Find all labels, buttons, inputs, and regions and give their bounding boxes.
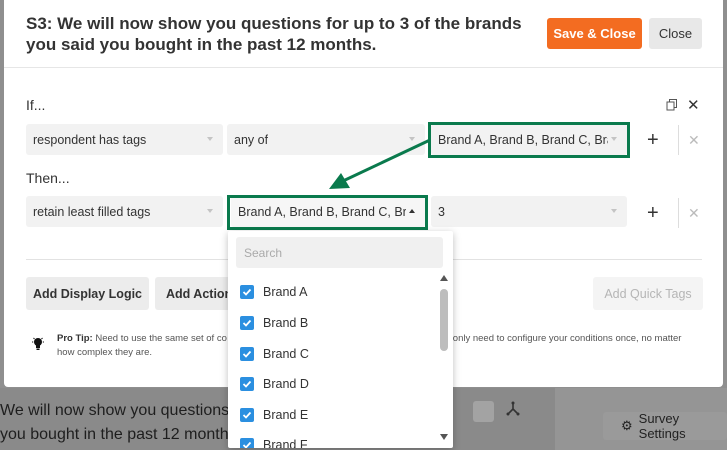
- remove-condition-icon[interactable]: ✕: [687, 96, 700, 114]
- highlight-box-then-value: [227, 195, 428, 230]
- then-count-value: 3: [438, 204, 445, 219]
- lightbulb-icon: [32, 337, 44, 356]
- pro-tip-label: Pro Tip:: [57, 333, 93, 344]
- add-action-icon[interactable]: +: [647, 202, 659, 225]
- option-label: Brand D: [263, 377, 309, 391]
- copy-icon[interactable]: [666, 98, 678, 111]
- checkbox-checked-icon[interactable]: [240, 347, 254, 361]
- chevron-down-icon: [611, 209, 617, 213]
- option-label: Brand B: [263, 316, 309, 330]
- dropdown-option[interactable]: Brand E: [240, 404, 308, 426]
- dropdown-option[interactable]: Brand B: [240, 312, 308, 334]
- add-display-logic-button[interactable]: Add Display Logic: [26, 277, 149, 310]
- dropdown-option[interactable]: Brand A: [240, 281, 307, 303]
- dropdown-scrollbar[interactable]: [440, 289, 448, 351]
- row-divider: [678, 125, 679, 155]
- then-count-select[interactable]: 3: [431, 196, 627, 227]
- background-checkbox[interactable]: [473, 401, 494, 422]
- checkbox-checked-icon[interactable]: [240, 377, 254, 391]
- remove-row-icon[interactable]: ✕: [688, 205, 700, 222]
- close-button[interactable]: Close: [649, 18, 702, 49]
- option-label: Brand C: [263, 347, 309, 361]
- checkbox-checked-icon[interactable]: [240, 316, 254, 330]
- dropdown-option[interactable]: Brand D: [240, 373, 309, 395]
- add-quick-tags-button[interactable]: Add Quick Tags: [593, 277, 703, 310]
- dropdown-option[interactable]: Brand C: [240, 343, 309, 365]
- option-label: Brand E: [263, 408, 309, 422]
- background-branch-icon[interactable]: [505, 401, 521, 422]
- pro-tip-body-3: how complex they are.: [57, 347, 153, 358]
- save-close-button[interactable]: Save & Close: [547, 18, 642, 49]
- modal-title: S3: We will now show you questions for u…: [26, 14, 522, 54]
- then-action-select[interactable]: retain least filled tags: [26, 196, 223, 227]
- dropdown-option[interactable]: Brand F: [240, 434, 307, 448]
- add-condition-icon[interactable]: +: [647, 129, 659, 152]
- checkbox-checked-icon[interactable]: [240, 285, 254, 299]
- checkbox-checked-icon[interactable]: [240, 438, 254, 448]
- if-field-value: respondent has tags: [33, 132, 147, 147]
- scroll-up-arrow-icon[interactable]: [440, 275, 448, 281]
- chevron-down-icon: [409, 137, 415, 141]
- highlight-box-if-value: [428, 122, 630, 158]
- background-question-text-2: you bought in the past 12 month: [0, 426, 229, 443]
- if-operator-value: any of: [234, 132, 269, 147]
- dropdown-search-input[interactable]: [236, 237, 443, 268]
- gear-icon: ⚙: [621, 418, 633, 433]
- chevron-down-icon: [207, 137, 213, 141]
- remove-row-icon[interactable]: ✕: [688, 132, 700, 149]
- survey-settings-label: Survey Settings: [638, 411, 686, 441]
- then-label: Then...: [26, 170, 70, 186]
- scroll-down-arrow-icon[interactable]: [440, 434, 448, 440]
- pro-tip-body: Need to use the same set of co: [95, 333, 227, 344]
- checkbox-checked-icon[interactable]: [240, 408, 254, 422]
- pro-tip-body-2: u only need to configure your conditions…: [444, 333, 682, 344]
- chevron-down-icon: [207, 209, 213, 213]
- if-label: If...: [26, 97, 46, 113]
- if-operator-select[interactable]: any of: [227, 124, 425, 155]
- survey-settings-button[interactable]: ⚙ Survey Settings: [603, 411, 727, 441]
- row-divider: [678, 198, 679, 228]
- then-action-value: retain least filled tags: [33, 204, 151, 219]
- option-label: Brand A: [263, 285, 308, 299]
- header-divider: [4, 67, 723, 68]
- if-field-select[interactable]: respondent has tags: [26, 124, 223, 155]
- option-label: Brand F: [263, 438, 308, 448]
- background-question-text: We will now show you questions: [0, 402, 230, 419]
- brand-dropdown: Brand A Brand B Brand C Brand D Brand E …: [228, 231, 453, 448]
